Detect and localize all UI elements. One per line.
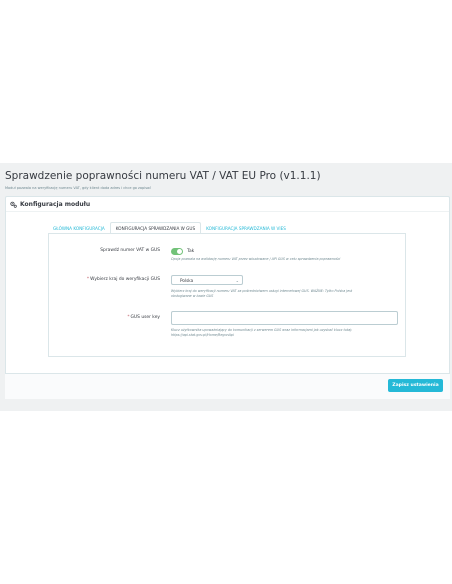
panel-footer [5, 373, 450, 399]
chevron-down-icon: ⌄ [235, 278, 239, 283]
check-gus-help: Opcja pozwala na walidację numeru VAT pr… [171, 257, 341, 261]
check-gus-toggle[interactable] [171, 248, 183, 255]
page-subtitle: Moduł pozwala na weryfikację numeru VAT,… [5, 186, 152, 190]
page: Sprawdzenie poprawności numeru VAT / VAT… [0, 0, 452, 584]
check-gus-label: Sprawdź numer VAT w GUS [100, 248, 160, 253]
gus-key-help: Klucz użytkownika upoważniający do komun… [171, 328, 386, 338]
country-help: Wybierz kraj do weryfikacji numeru VAT z… [171, 289, 386, 299]
country-select[interactable]: Polska ⌄ [171, 275, 243, 285]
gus-key-help-line-2: https://api.stat.gov.pl/Home/RegonApi [171, 333, 234, 337]
required-marker: * [86, 277, 90, 282]
save-button[interactable]: Zapisz ustawienia [388, 379, 443, 392]
country-select-value: Polska [180, 277, 194, 283]
country-label: *Wybierz kraj do weryfikacji GUS [86, 277, 160, 282]
panel-title: Konfiguracja modułu [20, 200, 91, 208]
gears-icon [10, 201, 17, 208]
toggle-knob [177, 249, 182, 254]
country-help-line-2: obsługiwane w bazie GUS [171, 294, 214, 298]
panel-heading: Konfiguracja modułu [6, 197, 449, 212]
gus-key-label: *GUS user key [127, 315, 160, 320]
gus-key-input[interactable] [171, 311, 398, 325]
required-marker: * [127, 315, 130, 320]
check-gus-value: Tak [187, 249, 195, 254]
page-title: Sprawdzenie poprawności numeru VAT / VAT… [5, 170, 321, 182]
